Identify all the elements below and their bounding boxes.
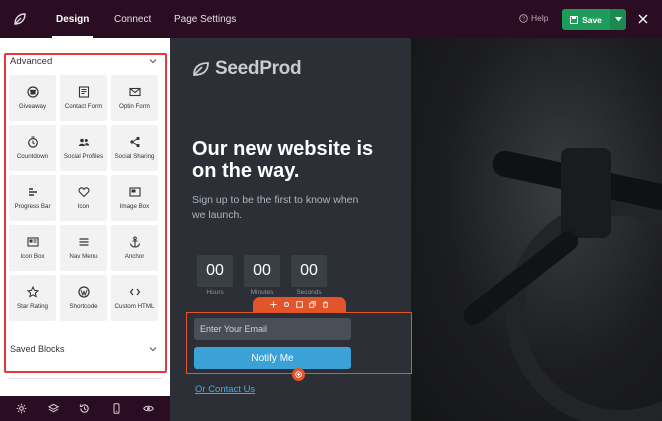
save-options-dropdown[interactable] <box>610 9 626 30</box>
history-icon[interactable] <box>79 403 90 414</box>
contact-us-link[interactable]: Or Contact Us <box>195 384 255 395</box>
email-field[interactable] <box>194 318 351 340</box>
wordpress-icon <box>77 286 90 298</box>
seedprod-leaf-icon <box>193 62 209 76</box>
countdown-minutes: 00 <box>244 255 280 287</box>
page-subheading[interactable]: Sign up to be the first to know when we … <box>192 193 362 223</box>
help-icon: ? <box>519 13 528 23</box>
mobile-preview-icon[interactable] <box>111 403 122 414</box>
block-nav-menu[interactable]: Nav Menu <box>60 225 107 271</box>
top-bar: Design Connect Page Settings ? Help Save <box>0 0 662 38</box>
optin-form-icon <box>128 87 141 97</box>
move-icon[interactable] <box>270 301 277 308</box>
tab-page-settings[interactable]: Page Settings <box>170 0 240 38</box>
divider <box>8 378 162 379</box>
block-icon-box[interactable]: Icon Box <box>9 225 56 271</box>
block-optin-form[interactable]: Optin Form <box>111 75 158 121</box>
duplicate-icon[interactable] <box>309 301 316 308</box>
tab-connect[interactable]: Connect <box>110 0 155 38</box>
block-shortcode[interactable]: Shortcode <box>60 275 107 321</box>
caret-down-icon <box>614 17 622 22</box>
plus-circle-icon <box>295 371 302 378</box>
block-anchor[interactable]: Anchor <box>111 225 158 271</box>
icon-box-icon <box>26 237 39 247</box>
save-button[interactable]: Save <box>562 9 610 30</box>
bike-stem-shape <box>561 148 611 238</box>
advanced-blocks-grid: Giveaway Contact Form Optin Form Countdo… <box>9 75 161 321</box>
block-social-profiles[interactable]: Social Profiles <box>60 125 107 171</box>
countdown-seconds-label: Seconds <box>296 289 322 296</box>
countdown-icon <box>27 136 38 148</box>
block-custom-html[interactable]: Custom HTML <box>111 275 158 321</box>
tab-design[interactable]: Design <box>52 0 94 38</box>
nav-menu-icon <box>79 238 88 246</box>
trash-icon[interactable] <box>322 301 329 308</box>
anchor-icon <box>129 236 140 248</box>
gear-icon[interactable] <box>283 301 290 308</box>
social-profiles-icon <box>78 138 89 146</box>
saved-blocks-section-title[interactable]: Saved Blocks <box>10 344 65 354</box>
sidebar-bottom-toolbar <box>0 396 170 421</box>
close-button[interactable] <box>636 11 650 27</box>
floppy-icon <box>570 15 579 24</box>
block-star-rating[interactable]: Star Rating <box>9 275 56 321</box>
image-box-icon <box>128 187 141 197</box>
block-icon[interactable]: Icon <box>60 175 107 221</box>
block-progress-bar[interactable]: Progress Bar <box>9 175 56 221</box>
star-icon <box>26 286 39 298</box>
block-action-toolbar <box>253 297 346 312</box>
close-icon <box>638 14 648 24</box>
countdown-hours-label: Hours <box>206 289 224 296</box>
sidebar: Advanced Giveaway Contact Form Optin For… <box>0 38 170 396</box>
chevron-down-icon[interactable] <box>148 344 158 354</box>
bicycle-background-image <box>411 38 662 421</box>
code-icon <box>129 288 140 296</box>
brand-logo: SeedProd <box>192 58 302 80</box>
countdown-seconds: 00 <box>291 255 327 287</box>
gear-icon[interactable] <box>16 403 27 414</box>
giveaway-icon <box>26 86 39 98</box>
block-contact-form[interactable]: Contact Form <box>60 75 107 121</box>
block-countdown[interactable]: Countdown <box>9 125 56 171</box>
social-sharing-icon <box>129 136 140 148</box>
countdown-minutes-label: Minutes <box>250 289 274 296</box>
layers-icon[interactable] <box>47 403 59 414</box>
save-block-icon[interactable] <box>296 301 303 308</box>
svg-text:?: ? <box>522 16 525 22</box>
chevron-down-icon[interactable] <box>148 56 158 66</box>
heart-icon <box>78 187 89 198</box>
help-link[interactable]: ? Help <box>519 13 548 23</box>
countdown-hours: 00 <box>197 255 233 287</box>
contact-form-icon <box>78 86 89 98</box>
notify-me-button[interactable]: Notify Me <box>194 347 351 369</box>
advanced-section-title[interactable]: Advanced <box>10 56 52 67</box>
block-social-sharing[interactable]: Social Sharing <box>111 125 158 171</box>
block-giveaway[interactable]: Giveaway <box>9 75 56 121</box>
page-headline[interactable]: Our new website is on the way. <box>192 138 392 182</box>
eye-preview-icon[interactable] <box>142 403 154 414</box>
progress-bar-icon <box>28 188 37 196</box>
block-image-box[interactable]: Image Box <box>111 175 158 221</box>
seedprod-logo-icon[interactable] <box>0 0 40 38</box>
add-block-button[interactable] <box>292 368 305 381</box>
